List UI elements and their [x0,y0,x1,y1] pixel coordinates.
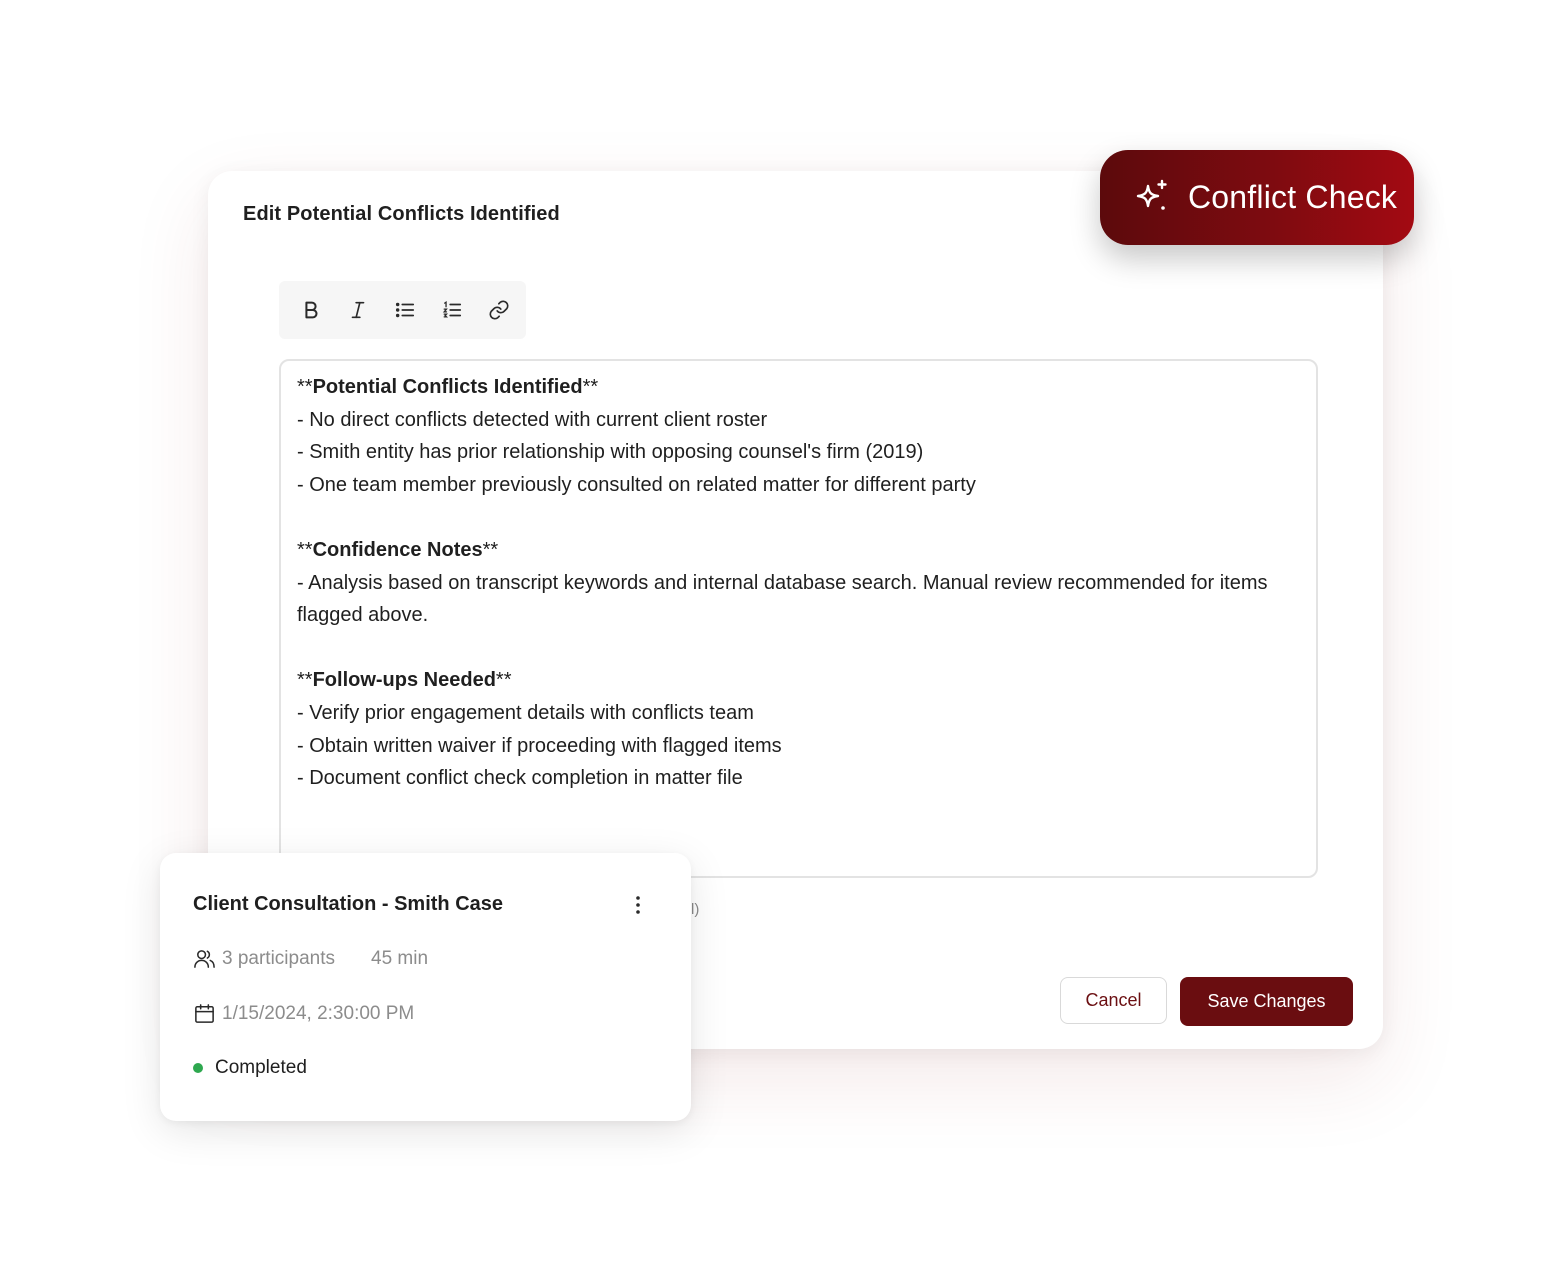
editor-line: - No direct conflicts detected with curr… [297,408,768,431]
more-options-icon[interactable] [626,893,650,917]
bulleted-list-icon[interactable] [389,294,421,326]
dialog-title: Edit Potential Conflicts Identified [243,203,560,225]
italic-icon[interactable] [342,294,374,326]
stage: Edit Potential Conflicts Identified **Po… [0,0,1558,1270]
editor-heading: **Follow-ups Needed** [297,669,512,692]
editor-line: - Verify prior engagement details with c… [297,701,754,724]
save-changes-button[interactable]: Save Changes [1180,977,1353,1026]
status-dot [193,1063,203,1073]
meeting-duration: 45 min [371,947,429,969]
calendar-icon [195,1004,214,1023]
bold-icon[interactable] [295,294,327,326]
link-icon[interactable] [483,294,515,326]
editor-line: - Analysis based on transcript keywords … [297,571,1268,627]
badge-label: Conflict Check [1188,179,1398,215]
meeting-datetime: 1/15/2024, 2:30:00 PM [222,1002,415,1024]
participants-count: 3 participants [222,947,336,969]
editor-line: - Document conflict check completion in … [297,767,743,790]
numbered-list-icon[interactable] [436,294,468,326]
formatting-toolbar [279,281,526,339]
status-row: Completed [193,1057,307,1079]
cancel-button[interactable]: Cancel [1060,977,1167,1024]
participants-icon [194,950,215,968]
conflict-check-badge[interactable]: Conflict Check [1100,150,1414,245]
editor-heading: **Confidence Notes** [297,538,499,561]
meeting-card[interactable]: Client Consultation - Smith Case 3 parti… [160,853,691,1121]
meeting-title: Client Consultation - Smith Case [193,893,504,915]
conflicts-text-editor[interactable]: **Potential Conflicts Identified** - No … [279,359,1318,878]
editor-line: - Smith entity has prior relationship wi… [297,441,924,464]
editor-heading: **Potential Conflicts Identified** [297,376,599,398]
sparkle-icon [1136,179,1167,210]
status-label: Completed [215,1057,307,1078]
datetime-row: 1/15/2024, 2:30:00 PM [193,1002,414,1025]
editor-line: - One team member previously consulted o… [297,473,976,496]
editor-line: - Obtain written waiver if proceeding wi… [297,734,782,757]
participants-row: 3 participants 45 min [193,947,428,970]
